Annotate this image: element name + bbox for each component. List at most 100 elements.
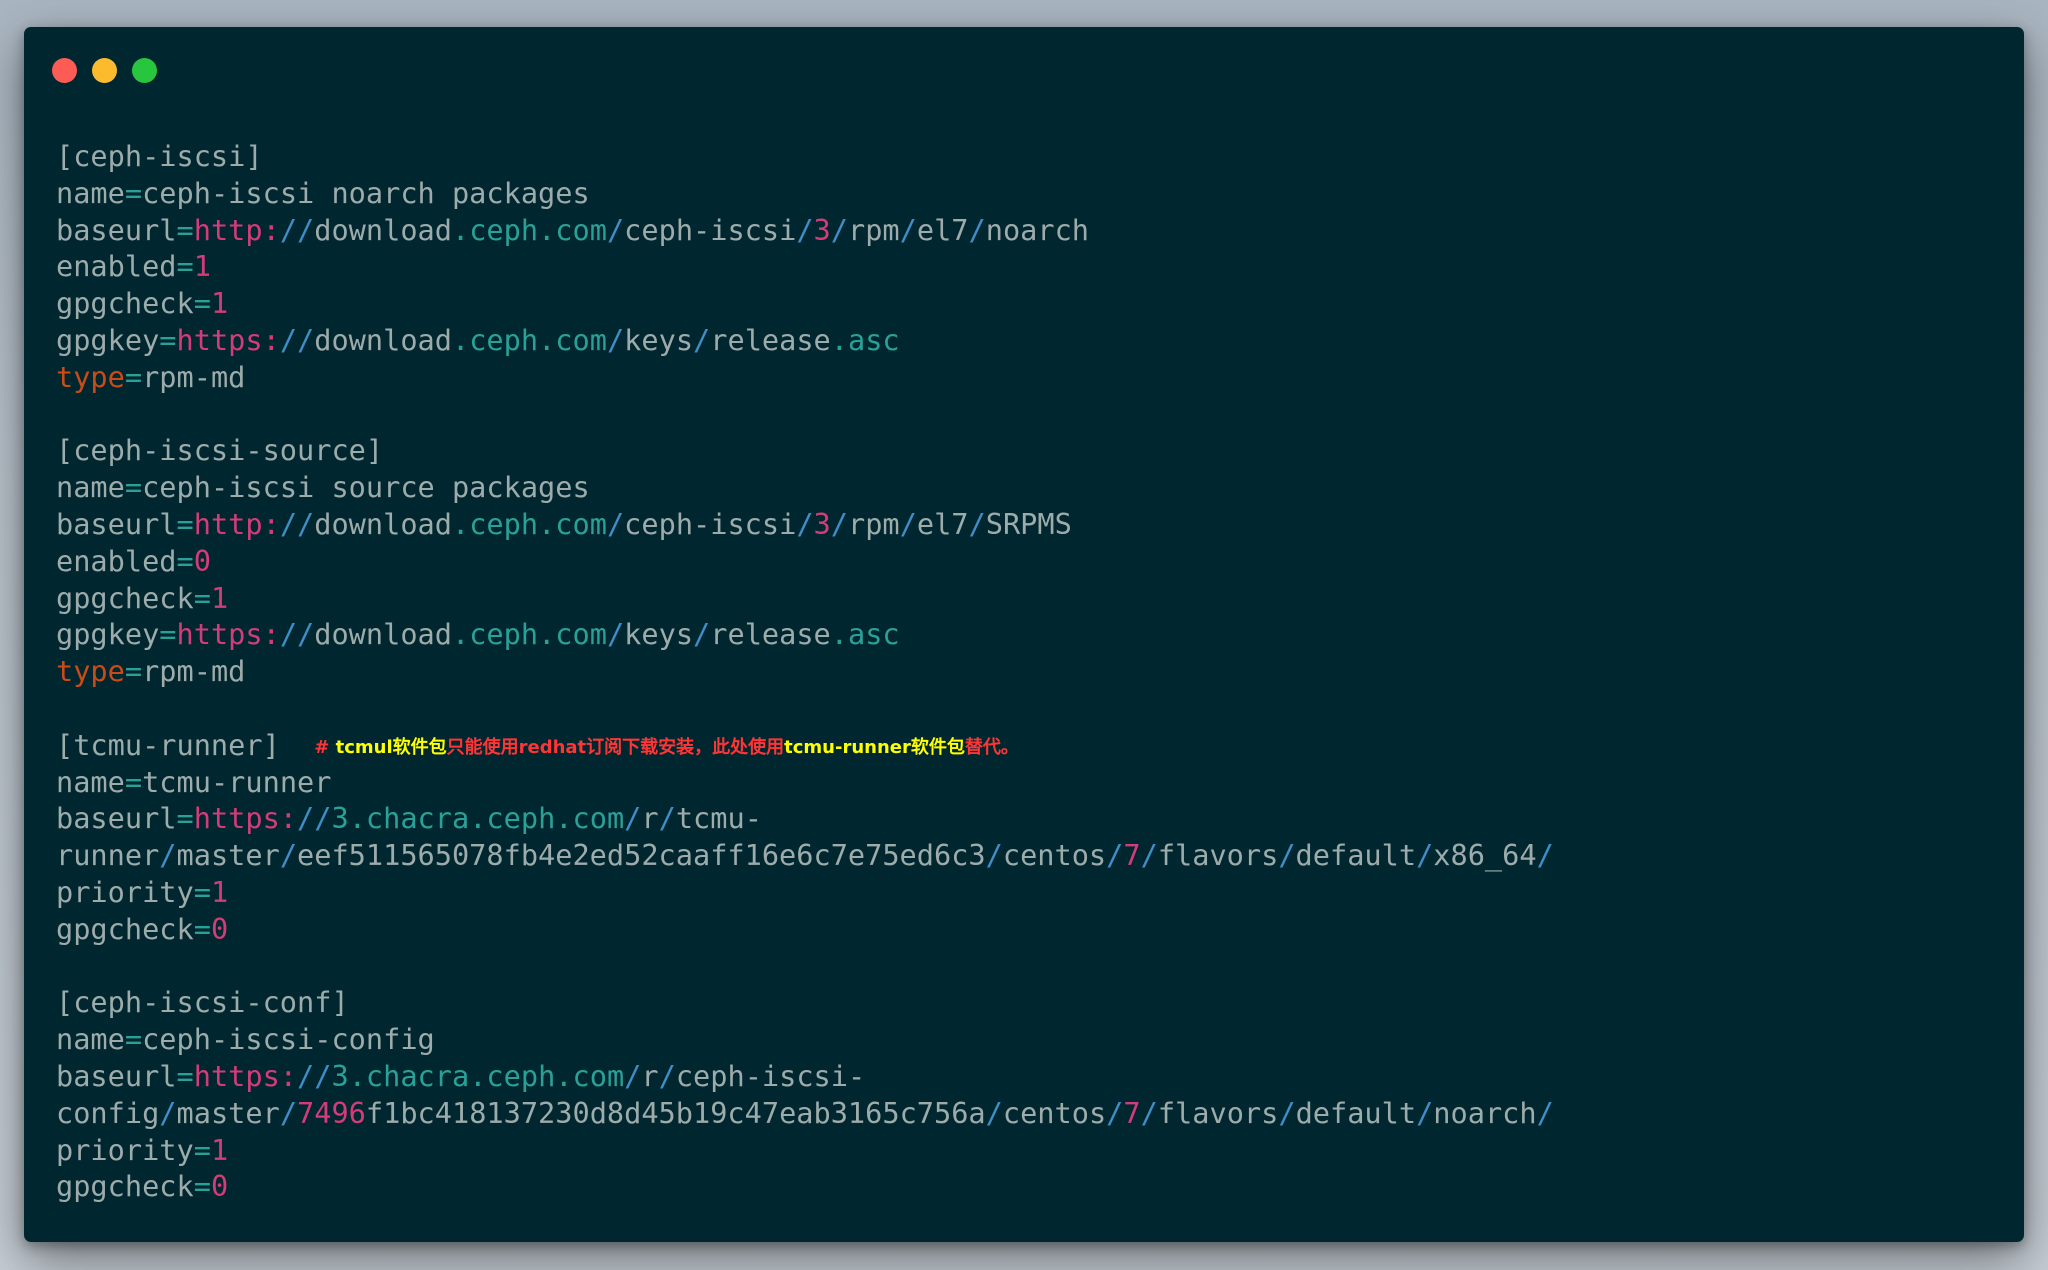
code-token: .: [830, 322, 848, 357]
code-token: /: [606, 506, 625, 541]
code-token: .: [348, 1058, 366, 1093]
code-token: =: [176, 506, 194, 541]
code-token: chacra: [365, 1058, 470, 1093]
code-token: el7: [916, 506, 969, 541]
code-token: rpm: [847, 212, 900, 247]
code-token: 1: [193, 249, 211, 284]
code-token: master: [176, 1095, 280, 1130]
code-token: =: [124, 764, 143, 799]
code-token: ceph: [469, 506, 539, 541]
code-token: rpm-md: [142, 654, 246, 689]
code-token: gpgcheck: [56, 286, 194, 321]
code-token: /: [1536, 1095, 1554, 1130]
code-token: /: [1278, 838, 1296, 873]
code-token: =: [176, 212, 194, 247]
code-token: noarch: [985, 212, 1090, 247]
code-token: /: [968, 506, 986, 541]
code-token: enabled: [56, 249, 177, 284]
code-token: /: [899, 506, 917, 541]
code-token: 1: [210, 874, 229, 909]
code-token: //: [279, 322, 315, 357]
code-token: //: [297, 801, 332, 836]
code-token: gpgcheck: [56, 911, 194, 946]
code-token: /: [624, 1058, 642, 1093]
code-token: ceph: [469, 212, 539, 247]
code-token: //: [279, 506, 315, 541]
code-token: /: [985, 838, 1003, 873]
code-token: tcmu-: [675, 801, 762, 836]
code-token: flavors: [1157, 1095, 1279, 1130]
code-line: name=ceph-iscsi source packages: [56, 469, 1554, 506]
code-token: centos: [1002, 1095, 1107, 1130]
code-token: 1: [210, 580, 229, 615]
code-token: name: [56, 470, 125, 505]
code-token: default: [1295, 1095, 1417, 1130]
code-token: /: [606, 617, 625, 652]
code-token: =: [193, 911, 211, 946]
code-token: =: [176, 543, 194, 578]
code-token: gpgcheck: [56, 580, 194, 615]
code-token: 1: [210, 286, 229, 321]
code-line: type=rpm-md: [56, 359, 1554, 396]
code-token: 3: [331, 801, 349, 836]
code-line: [ceph-iscsi]: [56, 138, 1554, 175]
code-token: /: [606, 212, 625, 247]
code-token: =: [193, 1132, 211, 1167]
code-line: config/master/7496f1bc418137230d8d45b19c…: [56, 1095, 1554, 1132]
code-token: name: [56, 764, 125, 799]
code-token: .: [555, 1058, 573, 1093]
code-token: .: [538, 212, 556, 247]
code-line: [tcmu-runner] # tcmul软件包只能使用redhat订阅下载安装…: [56, 727, 1554, 764]
code-line: type=rpm-md: [56, 653, 1554, 690]
code-token: /: [693, 617, 711, 652]
code-token: keys: [624, 322, 694, 357]
code-token: =: [176, 801, 194, 836]
code-token: [ceph-iscsi-source]: [56, 433, 384, 468]
code-token: =: [193, 580, 211, 615]
minimize-button[interactable]: [92, 58, 117, 83]
code-token: master: [176, 838, 280, 873]
code-token: /: [830, 212, 848, 247]
code-token: com: [555, 322, 607, 357]
code-token: x86_64: [1433, 838, 1537, 873]
code-comment: tcmul软件包: [335, 736, 447, 758]
code-token: [ceph-iscsi]: [56, 139, 263, 173]
code-token: ceph: [469, 617, 539, 652]
code-token: gpgkey: [56, 322, 160, 357]
code-token: /: [796, 506, 814, 541]
code-token: =: [176, 249, 194, 284]
code-token: ceph-iscsi: [624, 506, 797, 541]
code-token: release: [710, 617, 831, 652]
code-token: 0: [210, 1169, 229, 1204]
code-token: name: [56, 175, 125, 210]
close-button[interactable]: [52, 58, 77, 83]
code-token: http:: [193, 212, 280, 247]
code-line: [ceph-iscsi-source]: [56, 432, 1554, 469]
code-line: baseurl=https://3.chacra.ceph.com/r/tcmu…: [56, 800, 1554, 837]
window-controls: [52, 58, 157, 83]
code-line: baseurl=http://download.ceph.com/ceph-is…: [56, 506, 1554, 543]
code-token: /: [159, 1095, 177, 1130]
code-token: https:: [193, 1058, 298, 1093]
code-token: 3: [813, 212, 831, 247]
code-token: /: [1140, 838, 1158, 873]
code-token: SRPMS: [985, 506, 1072, 541]
code-token: .: [469, 1058, 487, 1093]
code-token: download: [314, 617, 452, 652]
code-line: gpgcheck=0: [56, 911, 1554, 948]
code-token: centos: [1002, 838, 1107, 873]
code-token: /: [606, 322, 625, 357]
code-line: [ceph-iscsi-conf]: [56, 984, 1554, 1021]
code-token: /: [1536, 838, 1554, 873]
code-token: =: [124, 359, 143, 394]
code-token: /: [830, 506, 848, 541]
code-token: https:: [176, 322, 280, 357]
code-token: download: [314, 322, 452, 357]
code-token: /: [796, 212, 814, 247]
code-token: com: [555, 506, 607, 541]
code-token: =: [193, 874, 211, 909]
code-token: download: [314, 212, 452, 247]
zoom-button[interactable]: [132, 58, 157, 83]
